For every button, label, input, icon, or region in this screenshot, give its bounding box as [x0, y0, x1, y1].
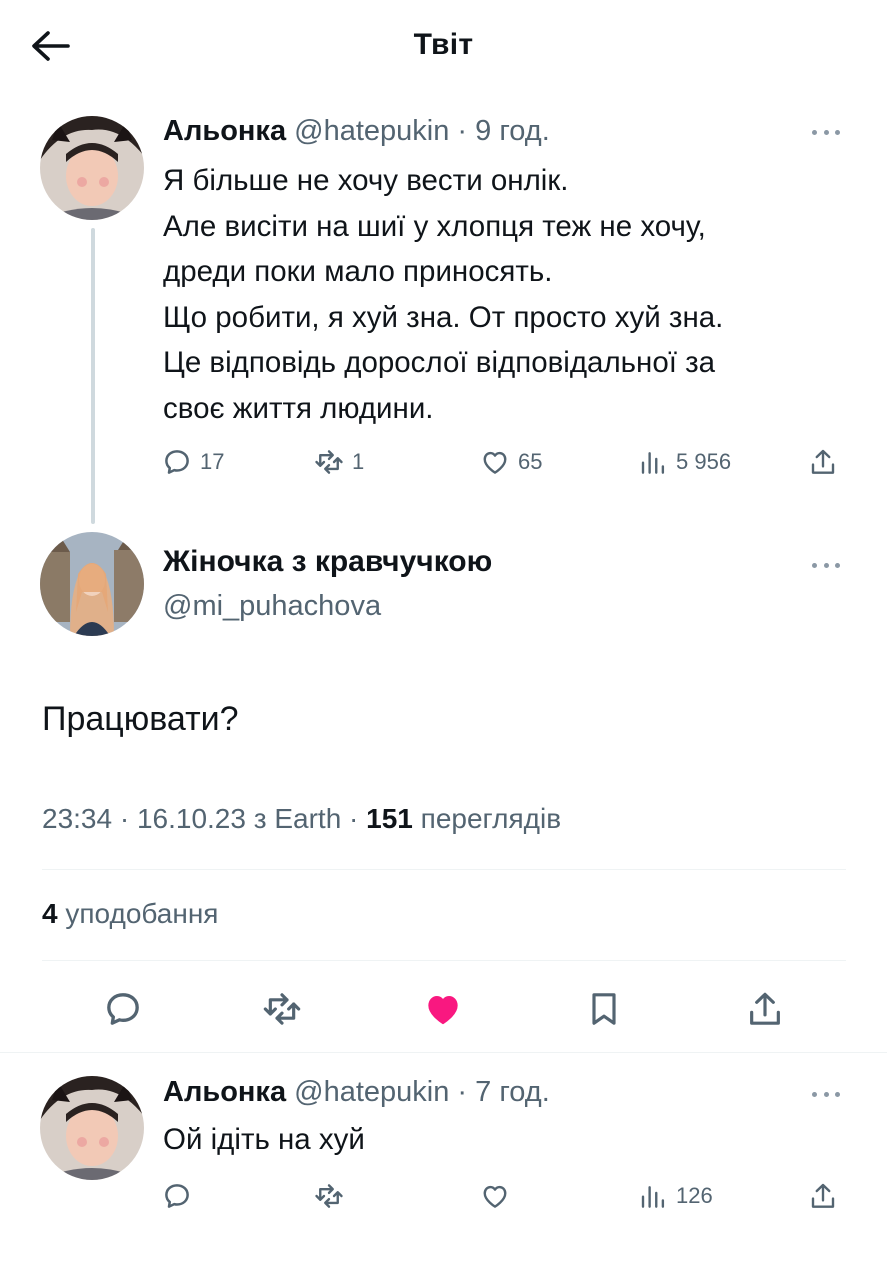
reply-button[interactable]: 17 — [162, 442, 224, 482]
retweet-count: 1 — [352, 449, 365, 474]
retweet-button[interactable]: 1 — [314, 442, 364, 482]
tweet-text: Ой ідіть на хуй — [163, 1123, 365, 1156]
display-name[interactable]: Жіночка з кравчучкою — [163, 545, 492, 579]
reply-icon — [165, 450, 189, 474]
thread-connector — [91, 228, 95, 524]
retweet-button[interactable] — [258, 985, 306, 1033]
tweet-text: Я більше не хочу вести онлік. Але висіти… — [163, 158, 723, 431]
tweet-line: Але висіти на шиї у хлопця теж не хочу, — [163, 209, 706, 243]
tweet-line: Це відповідь дорослої відповідальної за — [163, 346, 716, 379]
bookmark-button[interactable] — [580, 985, 628, 1033]
tweet-line: Що робити, я хуй зна. От просто хуй зна. — [163, 300, 724, 334]
tweet-meta: 23:34 · 16.10.23 з Earth · 151 перегляді… — [42, 803, 561, 835]
reply-icon — [165, 1184, 189, 1208]
reply-count: 17 — [200, 449, 225, 474]
more-icon[interactable] — [806, 122, 846, 142]
retweet-icon — [315, 1184, 343, 1208]
share-icon — [750, 992, 780, 1025]
tweet-line: своє життя людини. — [163, 391, 434, 425]
reply-button[interactable] — [99, 985, 147, 1033]
display-name[interactable]: Альонка — [163, 115, 286, 147]
divider — [42, 869, 846, 870]
separator: · — [457, 1076, 468, 1108]
display-name[interactable]: Альонка — [163, 1076, 286, 1108]
views-icon — [641, 1186, 665, 1208]
tweet-text: Працювати? — [42, 700, 239, 738]
timestamp-source[interactable]: 23:34 · 16.10.23 з Earth · — [42, 803, 366, 834]
tweet-actions: 126 — [160, 1176, 850, 1216]
likes-label: уподобання — [57, 898, 219, 929]
tweet-actions: 17 1 65 5 956 — [160, 442, 850, 482]
heart-icon — [483, 451, 507, 474]
like-button[interactable]: 65 — [480, 442, 542, 482]
views-button[interactable]: 126 — [638, 1176, 713, 1216]
retweet-button[interactable] — [314, 1176, 344, 1216]
divider — [42, 960, 846, 961]
views-label: переглядів — [412, 803, 562, 834]
user-handle[interactable]: @hatepukin — [294, 115, 449, 147]
views-count: 126 — [676, 1183, 713, 1208]
share-button[interactable] — [741, 985, 789, 1033]
views-button[interactable]: 5 956 — [638, 442, 731, 482]
share-button[interactable] — [808, 1176, 838, 1216]
share-icon — [811, 449, 835, 474]
timestamp[interactable]: 7 год. — [475, 1076, 550, 1108]
tweet-actions — [0, 985, 887, 1033]
avatar[interactable] — [40, 116, 144, 220]
avatar-photo — [40, 1076, 144, 1180]
divider — [0, 1052, 887, 1053]
likes-summary[interactable]: 4 уподобання — [42, 898, 218, 930]
avatar-photo — [40, 532, 144, 636]
views-count: 151 — [366, 803, 413, 834]
timestamp[interactable]: 9 год. — [475, 115, 550, 147]
views-icon — [641, 452, 665, 474]
separator: · — [457, 115, 468, 147]
top-bar: Твіт — [0, 0, 887, 92]
like-count: 65 — [518, 449, 543, 474]
user-handle[interactable]: @hatepukin — [294, 1076, 449, 1108]
retweet-icon — [315, 450, 343, 474]
tweet-line: Я більше не хочу вести онлік. — [163, 164, 569, 197]
user-handle[interactable]: @mi_puhachova — [163, 590, 381, 623]
retweet-icon — [263, 993, 301, 1025]
views-count: 5 956 — [676, 449, 732, 474]
avatar[interactable] — [40, 532, 144, 636]
more-icon[interactable] — [806, 1084, 846, 1104]
tweet-header: Альонка @hatepukin · 9 год. — [163, 115, 550, 148]
share-icon — [811, 1183, 835, 1208]
like-button[interactable] — [419, 985, 467, 1033]
page-title: Твіт — [413, 28, 474, 61]
tweet-line: дреди поки мало приносять. — [163, 255, 553, 288]
likes-count: 4 — [42, 898, 58, 929]
share-button[interactable] — [808, 442, 838, 482]
avatar-photo — [40, 116, 144, 220]
like-button[interactable] — [480, 1176, 510, 1216]
tweet-header: Альонка @hatepukin · 7 год. — [163, 1076, 550, 1109]
reply-button[interactable] — [162, 1176, 192, 1216]
heart-icon — [428, 996, 458, 1025]
more-icon[interactable] — [806, 555, 846, 575]
avatar[interactable] — [40, 1076, 144, 1180]
reply-icon — [107, 993, 139, 1025]
bookmark-icon — [592, 993, 616, 1025]
heart-icon — [483, 1185, 507, 1208]
